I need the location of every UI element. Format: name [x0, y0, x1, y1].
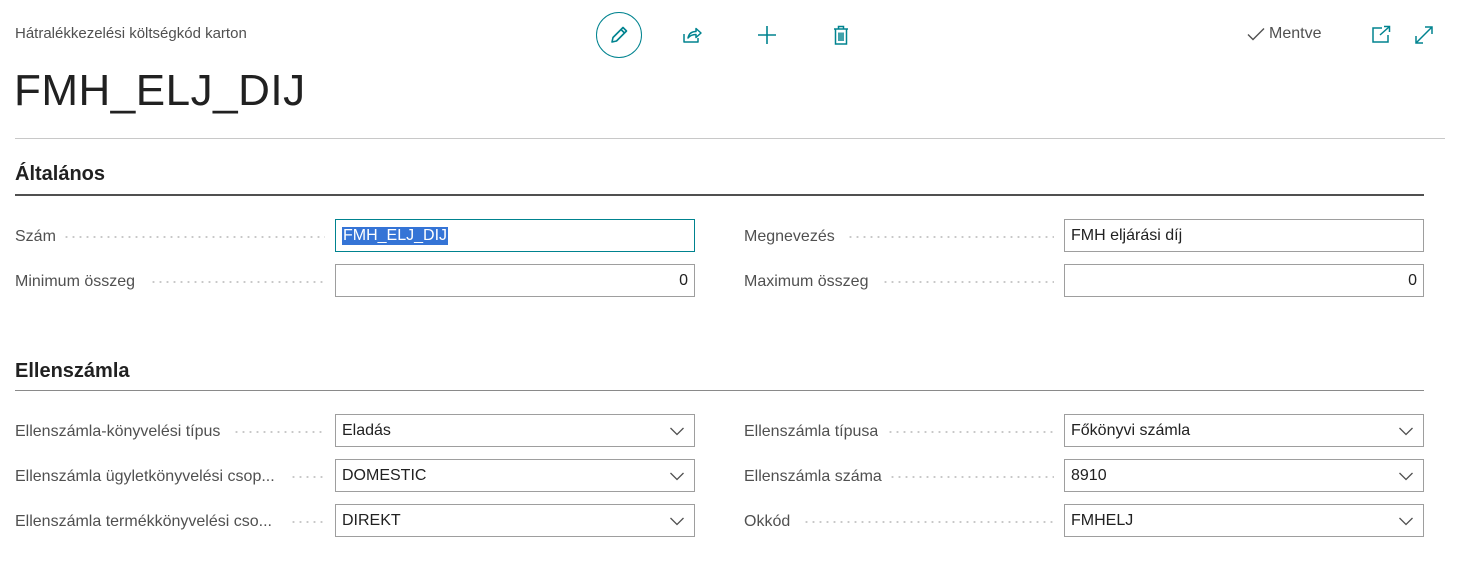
megnevezes-label: Megnevezés	[744, 228, 835, 245]
open-new-window-button[interactable]	[1368, 22, 1394, 48]
page-type-caption: Hátralékkezelési költségkód karton	[15, 25, 247, 42]
ellenszamla-szama-label: Ellenszámla száma	[744, 468, 882, 485]
leader-dots	[887, 431, 1054, 433]
trash-icon	[834, 25, 848, 45]
share-button[interactable]	[669, 12, 715, 58]
okkod-label: Okkód	[744, 513, 791, 530]
chevron-down-icon	[1399, 472, 1413, 481]
section-title-general[interactable]: Általános	[15, 163, 105, 186]
section-divider-general	[15, 194, 1424, 196]
expand-button[interactable]	[1411, 22, 1437, 48]
share-icon	[683, 27, 702, 43]
leader-dots	[233, 431, 325, 433]
minimum-osszeg-field[interactable]: 0	[335, 264, 695, 297]
section-title-balancing[interactable]: Ellenszámla	[15, 360, 130, 383]
header-divider	[15, 138, 1445, 139]
ellenszamla-ugyletkonyvelesi-csop-value: DOMESTIC	[342, 466, 427, 484]
open-in-new-window-icon	[1372, 25, 1391, 43]
saved-label: Mentve	[1269, 25, 1322, 42]
leader-dots	[882, 281, 1054, 283]
minimum-osszeg-label: Minimum összeg	[15, 273, 136, 290]
maximum-osszeg-value: 0	[1408, 271, 1417, 289]
szam-label: Szám	[15, 228, 56, 245]
ellenszamla-konyvelesi-tipus-value: Eladás	[342, 421, 391, 439]
delete-button[interactable]	[818, 12, 864, 58]
ellenszamla-tipusa-label: Ellenszámla típusa	[744, 423, 879, 440]
ellenszamla-ugyletkonyvelesi-csop-select[interactable]: DOMESTIC	[335, 459, 695, 492]
chevron-down-icon	[670, 472, 684, 481]
chevron-down-icon	[1399, 517, 1413, 526]
saved-status: Mentve	[1246, 25, 1321, 43]
maximum-osszeg-field[interactable]: 0	[1064, 264, 1424, 297]
ellenszamla-konyvelesi-tipus-label: Ellenszámla-könyvelési típus	[15, 423, 221, 440]
checkmark-icon	[1247, 28, 1265, 41]
chevron-down-icon	[670, 517, 684, 526]
leader-dots	[889, 476, 1054, 478]
plus-icon	[758, 26, 776, 44]
ellenszamla-szama-value: 8910	[1071, 466, 1107, 484]
szam-field[interactable]: FMH_ELJ_DIJ	[335, 219, 695, 252]
ellenszamla-termekkonyvelesi-csop-label: Ellenszámla termékkönyvelési cso...	[15, 513, 272, 530]
ellenszamla-konyvelesi-tipus-select[interactable]: Eladás	[335, 414, 695, 447]
chevron-down-icon	[1399, 427, 1413, 436]
megnevezes-field[interactable]: FMH eljárási díj	[1064, 219, 1424, 252]
ellenszamla-ugyletkonyvelesi-csop-label: Ellenszámla ügyletkönyvelési csop...	[15, 468, 275, 485]
leader-dots	[290, 521, 325, 523]
leader-dots	[150, 281, 325, 283]
new-button[interactable]	[744, 12, 790, 58]
okkod-select[interactable]: FMHELJ	[1064, 504, 1424, 537]
megnevezes-value: FMH eljárási díj	[1071, 226, 1183, 244]
leader-dots	[290, 476, 325, 478]
record-title: FMH_ELJ_DIJ	[14, 66, 306, 115]
ellenszamla-tipusa-select[interactable]: Főkönyvi számla	[1064, 414, 1424, 447]
ellenszamla-termekkonyvelesi-csop-value: DIREKT	[342, 511, 401, 529]
ellenszamla-szama-select[interactable]: 8910	[1064, 459, 1424, 492]
expand-icon	[1415, 26, 1433, 44]
chevron-down-icon	[670, 427, 684, 436]
leader-dots	[847, 236, 1054, 238]
okkod-value: FMHELJ	[1071, 511, 1134, 529]
edit-button[interactable]	[596, 12, 642, 58]
pencil-icon	[611, 26, 628, 43]
leader-dots	[63, 236, 325, 238]
leader-dots	[803, 521, 1054, 523]
minimum-osszeg-value: 0	[679, 271, 688, 289]
maximum-osszeg-label: Maximum összeg	[744, 273, 869, 290]
szam-value: FMH_ELJ_DIJ	[342, 226, 449, 245]
section-divider-balancing	[15, 390, 1424, 391]
ellenszamla-tipusa-value: Főkönyvi számla	[1071, 421, 1191, 439]
ellenszamla-termekkonyvelesi-csop-select[interactable]: DIREKT	[335, 504, 695, 537]
